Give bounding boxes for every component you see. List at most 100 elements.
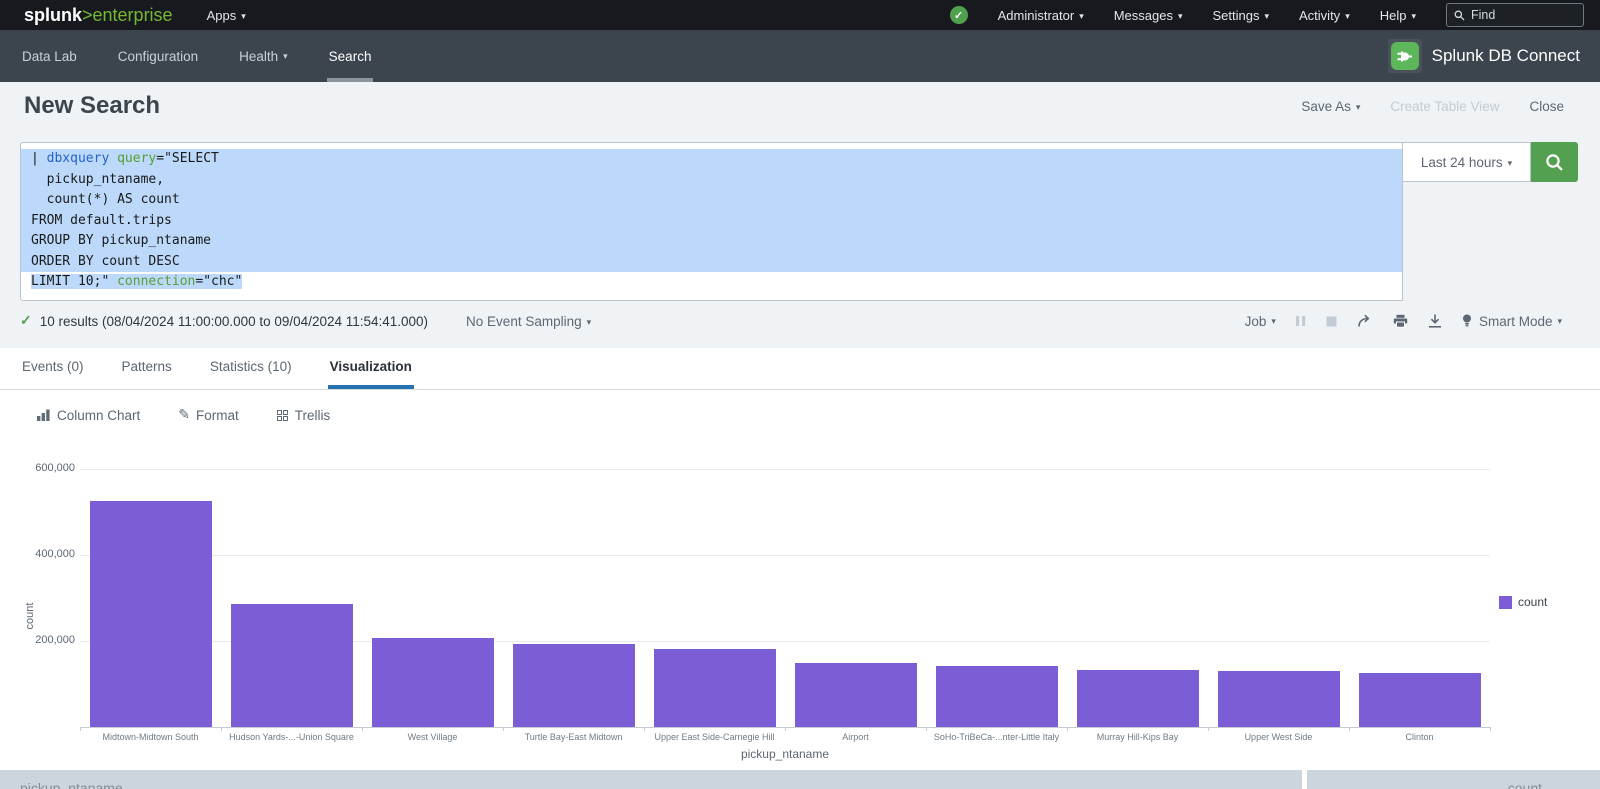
- x-tick-mark: [644, 727, 645, 731]
- x-tick-label: Airport: [785, 732, 926, 742]
- x-tick-mark: [785, 727, 786, 731]
- nav-search-label: Search: [329, 49, 372, 64]
- column-header-count[interactable]: count: [1307, 770, 1600, 789]
- query-line: FROM default.trips: [21, 211, 1402, 232]
- search-section: New Search Save As Create Table View Clo…: [0, 82, 1600, 348]
- trellis-label: Trellis: [295, 408, 331, 423]
- column-chart-icon: [37, 409, 50, 421]
- x-tick-label: Clinton: [1349, 732, 1490, 742]
- chart-type-label: Column Chart: [57, 408, 140, 423]
- chart-bar[interactable]: [231, 604, 353, 727]
- tab-statistics-label: Statistics (10): [210, 359, 292, 374]
- search-mode-menu[interactable]: Smart Mode: [1462, 314, 1562, 329]
- chart-bar[interactable]: [936, 666, 1058, 727]
- check-icon: [954, 6, 963, 24]
- x-tick-mark: [80, 727, 81, 731]
- administrator-menu[interactable]: Administrator: [998, 8, 1084, 23]
- pencil-icon: ✎: [178, 407, 190, 423]
- chart-bar[interactable]: [795, 663, 917, 727]
- lightbulb-icon: [1462, 314, 1472, 328]
- x-tick-label: Murray Hill-Kips Bay: [1067, 732, 1208, 742]
- x-tick-label: Turtle Bay-East Midtown: [503, 732, 644, 742]
- legend-label: count: [1518, 595, 1547, 609]
- save-as-label: Save As: [1301, 99, 1351, 114]
- time-range-picker[interactable]: Last 24 hours: [1403, 142, 1531, 182]
- nav-health-label: Health: [239, 49, 278, 64]
- tab-patterns[interactable]: Patterns: [120, 348, 174, 389]
- search-query-input[interactable]: | dbxquery query="SELECT pickup_ntaname,…: [20, 142, 1403, 301]
- nav-item-search[interactable]: Search: [327, 30, 374, 82]
- job-menu-label: Job: [1245, 314, 1267, 329]
- health-status-icon[interactable]: [950, 6, 968, 24]
- x-tick-label: Upper East Side-Carnegie Hill: [644, 732, 785, 742]
- export-icon[interactable]: [1428, 314, 1442, 328]
- nav-item-health[interactable]: Health: [237, 30, 290, 82]
- x-tick-mark: [1067, 727, 1068, 731]
- chart-bar[interactable]: [1359, 673, 1481, 727]
- nav-data-lab-label: Data Lab: [22, 49, 77, 64]
- splunk-enterprise-logo[interactable]: splunk>enterprise: [24, 5, 173, 26]
- column-header-pickup-ntaname[interactable]: pickup_ntaname: [0, 770, 1302, 789]
- settings-menu[interactable]: Settings: [1213, 8, 1270, 23]
- visualization-controls: Column Chart ✎ Format Trellis: [0, 390, 1600, 440]
- nav-configuration-label: Configuration: [118, 49, 198, 64]
- query-line: pickup_ntaname,: [21, 170, 1402, 191]
- x-tick-mark: [1349, 727, 1350, 731]
- help-menu-label: Help: [1380, 8, 1407, 23]
- chart-bar[interactable]: [90, 501, 212, 727]
- x-tick-label: West Village: [362, 732, 503, 742]
- messages-menu[interactable]: Messages: [1114, 8, 1183, 23]
- db-connect-app-icon[interactable]: [1388, 39, 1422, 73]
- trellis-button[interactable]: Trellis: [277, 408, 331, 423]
- print-icon[interactable]: [1393, 314, 1408, 328]
- x-axis-title: pickup_ntaname: [80, 747, 1490, 761]
- close-button[interactable]: Close: [1529, 99, 1564, 114]
- find-search-input[interactable]: Find: [1446, 3, 1584, 27]
- chart-bar[interactable]: [372, 638, 494, 727]
- activity-menu[interactable]: Activity: [1299, 8, 1350, 23]
- chart-bar[interactable]: [1077, 670, 1199, 727]
- tab-visualization-label: Visualization: [330, 359, 412, 374]
- chart-bar[interactable]: [654, 649, 776, 727]
- share-job-icon[interactable]: [1357, 314, 1373, 328]
- y-tick-label: 400,000: [0, 548, 75, 560]
- format-button[interactable]: ✎ Format: [178, 407, 239, 423]
- apps-menu-label: Apps: [207, 8, 237, 23]
- x-tick-label: SoHo-TriBeCa-...nter-Little Italy: [926, 732, 1067, 742]
- gridline: [80, 469, 1490, 470]
- y-tick-label: 600,000: [0, 462, 75, 474]
- search-query-text: | dbxquery query="SELECT pickup_ntaname,…: [21, 149, 1402, 293]
- event-sampling-label: No Event Sampling: [466, 314, 582, 329]
- activity-menu-label: Activity: [1299, 8, 1340, 23]
- chart-bar[interactable]: [1218, 671, 1340, 727]
- chart-bar[interactable]: [513, 644, 635, 727]
- app-title: Splunk DB Connect: [1432, 46, 1580, 66]
- x-tick-mark: [1490, 727, 1491, 731]
- search-submit-button[interactable]: [1531, 142, 1578, 182]
- tab-statistics[interactable]: Statistics (10): [208, 348, 294, 389]
- query-line: GROUP BY pickup_ntaname: [21, 231, 1402, 252]
- nav-item-data-lab[interactable]: Data Lab: [20, 30, 79, 82]
- job-menu[interactable]: Job: [1245, 314, 1276, 329]
- nav-item-configuration[interactable]: Configuration: [116, 30, 200, 82]
- x-tick-mark: [926, 727, 927, 731]
- tab-visualization[interactable]: Visualization: [328, 348, 414, 389]
- x-tick-label: Upper West Side: [1208, 732, 1349, 742]
- splunk-top-bar: splunk>enterprise Apps Administrator Mes…: [0, 0, 1600, 30]
- apps-menu[interactable]: Apps: [207, 8, 246, 23]
- settings-menu-label: Settings: [1213, 8, 1260, 23]
- search-mode-label: Smart Mode: [1479, 314, 1553, 329]
- event-sampling-menu[interactable]: No Event Sampling: [466, 314, 591, 329]
- trellis-grid-icon: [277, 410, 288, 421]
- chart-legend[interactable]: count: [1499, 595, 1547, 609]
- help-menu[interactable]: Help: [1380, 8, 1416, 23]
- page-title: New Search: [24, 92, 160, 120]
- pause-job-icon: [1296, 315, 1306, 327]
- tab-events[interactable]: Events (0): [20, 348, 86, 389]
- query-line: LIMIT 10;" connection="chc": [21, 272, 1402, 293]
- chart-type-button[interactable]: Column Chart: [37, 408, 140, 423]
- save-as-button[interactable]: Save As: [1301, 99, 1360, 114]
- tab-patterns-label: Patterns: [122, 359, 172, 374]
- find-placeholder: Find: [1471, 8, 1495, 22]
- y-tick-label: 200,000: [0, 634, 75, 646]
